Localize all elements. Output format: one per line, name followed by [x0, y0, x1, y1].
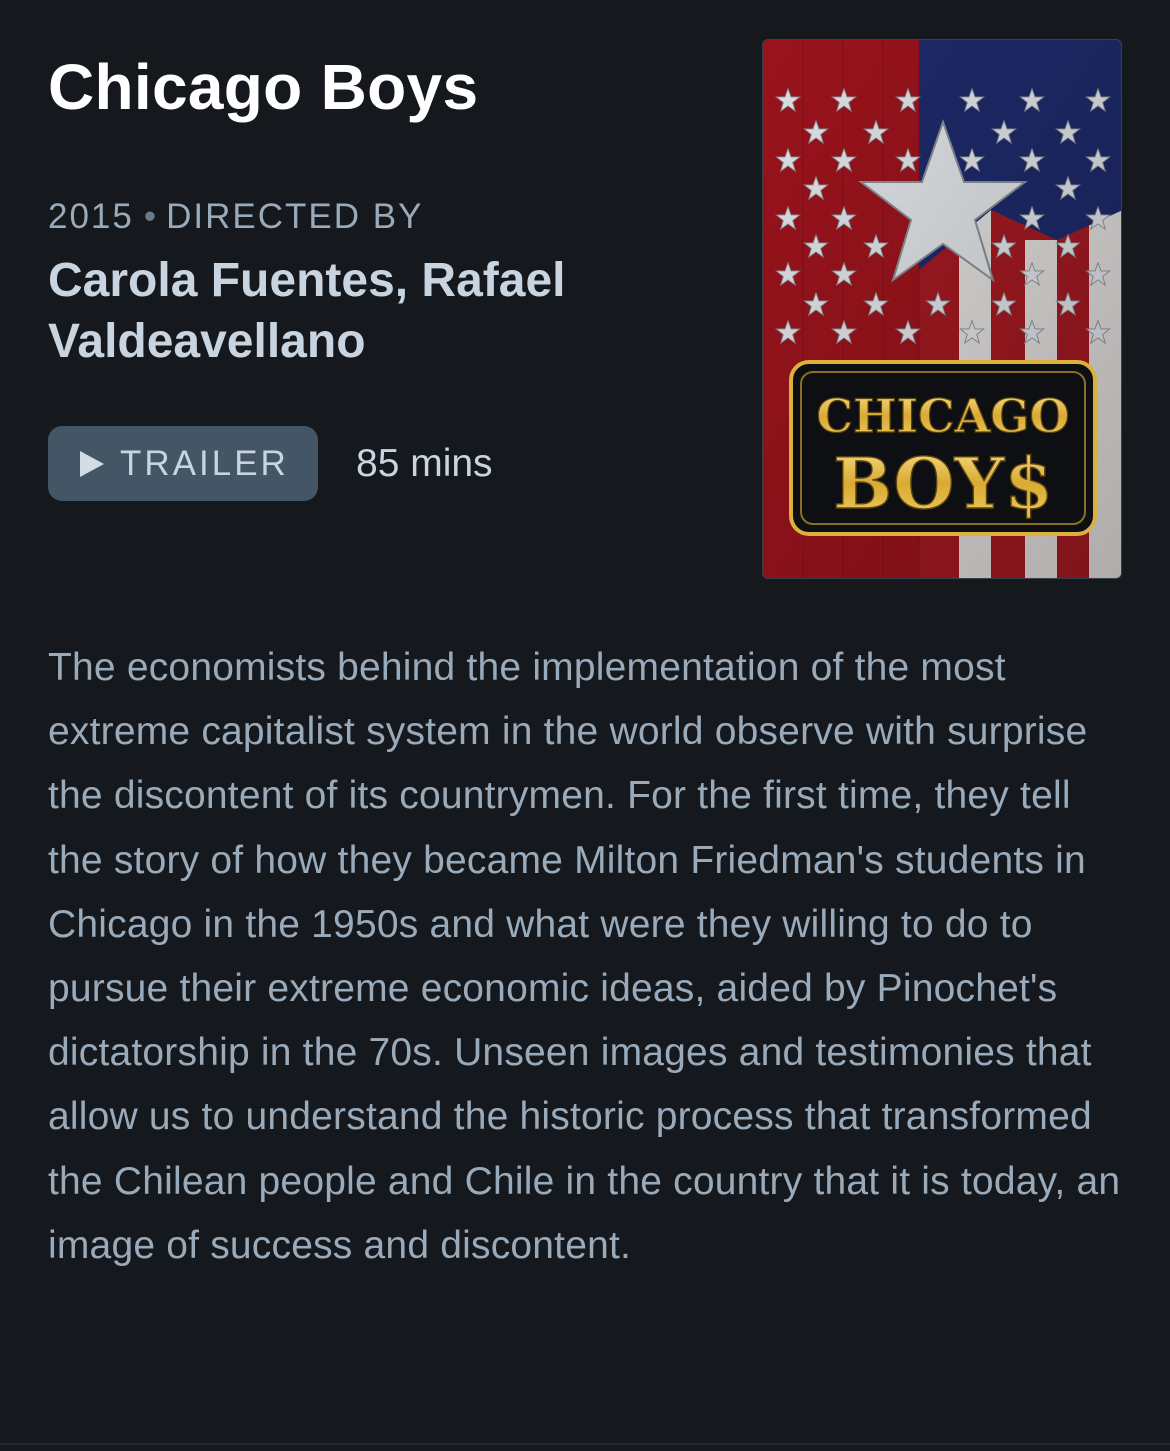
film-title: Chicago Boys — [48, 51, 479, 123]
poster-title-badge: CHICAGO BOY$ — [789, 360, 1097, 536]
film-actions: TRAILER 85 mins — [48, 426, 493, 501]
poster-title-line-1: CHICAGO — [816, 389, 1069, 443]
film-header: Chicago Boys 2015 • DIRECTED BY Carola Fue… — [48, 48, 728, 372]
runtime: 85 mins — [356, 441, 493, 485]
poster-title-line-2: BOY$ — [833, 442, 1053, 525]
directed-by-label: DIRECTED BY — [166, 197, 424, 236]
meta-separator: • — [143, 197, 157, 236]
divider — [0, 1443, 1170, 1445]
film-meta: 2015 • DIRECTED BY — [48, 196, 728, 238]
play-icon — [80, 450, 104, 477]
release-year[interactable]: 2015 — [48, 197, 134, 236]
synopsis: The economists behind the implementation… — [48, 646, 1121, 1267]
poster-art: CHICAGO BOY$ — [763, 40, 1121, 578]
trailer-button[interactable]: TRAILER — [48, 426, 318, 501]
trailer-label: TRAILER — [120, 443, 289, 483]
directors[interactable]: Carola Fuentes, Rafael Valdeavellano — [48, 250, 668, 372]
film-poster[interactable]: CHICAGO BOY$ — [762, 39, 1122, 579]
